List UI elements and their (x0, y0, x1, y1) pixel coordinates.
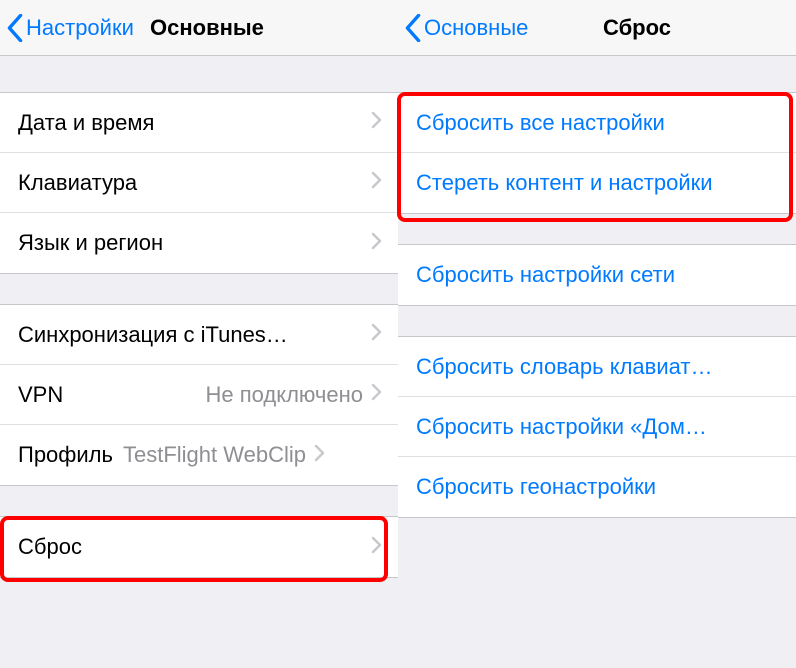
navbar-general: Настройки Основные (0, 0, 398, 56)
row-itunes-sync[interactable]: Синхронизация с iTunes… (0, 305, 398, 365)
chevron-right-icon (371, 383, 382, 406)
row-reset-home[interactable]: Сбросить настройки «Дом… (398, 397, 796, 457)
row-language-region[interactable]: Язык и регион (0, 213, 398, 273)
chevron-right-icon (314, 444, 325, 467)
chevron-right-icon (371, 111, 382, 134)
row-label: Синхронизация с iTunes… (18, 322, 288, 348)
row-reset-all-settings[interactable]: Сбросить все настройки (398, 93, 796, 153)
back-button-general[interactable]: Основные (398, 14, 528, 42)
row-label: Дата и время (18, 110, 154, 136)
pane-reset: Основные Сброс Сбросить все настройки Ст… (398, 0, 796, 668)
row-label: Язык и регион (18, 230, 163, 256)
back-label: Основные (424, 15, 528, 41)
back-label: Настройки (26, 15, 134, 41)
chevron-right-icon (371, 171, 382, 194)
chevron-right-icon (371, 323, 382, 346)
row-reset[interactable]: Сброс (0, 517, 398, 577)
row-label: Сбросить настройки сети (416, 262, 675, 288)
row-label: Сбросить настройки «Дом… (416, 414, 707, 440)
row-label: Профиль (18, 442, 113, 468)
section-reset-1: Сбросить все настройки Стереть контент и… (398, 92, 796, 214)
row-reset-location[interactable]: Сбросить геонастройки (398, 457, 796, 517)
row-erase-content[interactable]: Стереть контент и настройки (398, 153, 796, 213)
row-reset-keyboard-dict[interactable]: Сбросить словарь клавиат… (398, 337, 796, 397)
chevron-left-icon (404, 14, 422, 42)
row-label: VPN (18, 382, 63, 408)
row-label: Сбросить геонастройки (416, 474, 656, 500)
chevron-right-icon (371, 232, 382, 255)
section-reset-3: Сбросить словарь клавиат… Сбросить настр… (398, 336, 796, 518)
row-value: TestFlight WebClip (123, 442, 306, 468)
row-profile[interactable]: Профиль TestFlight WebClip (0, 425, 398, 485)
pane-general: Настройки Основные Дата и время Клавиату… (0, 0, 398, 668)
row-date-time[interactable]: Дата и время (0, 93, 398, 153)
row-label: Стереть контент и настройки (416, 170, 713, 196)
section-general-1: Дата и время Клавиатура Язык и регион (0, 92, 398, 274)
back-button-settings[interactable]: Настройки (0, 14, 134, 42)
row-reset-network[interactable]: Сбросить настройки сети (398, 245, 796, 305)
chevron-right-icon (371, 536, 382, 559)
row-vpn[interactable]: VPN Не подключено (0, 365, 398, 425)
row-label: Сбросить все настройки (416, 110, 665, 136)
navbar-reset: Основные Сброс (398, 0, 796, 56)
chevron-left-icon (6, 14, 24, 42)
row-label: Сброс (18, 534, 82, 560)
row-label: Клавиатура (18, 170, 137, 196)
section-reset-2: Сбросить настройки сети (398, 244, 796, 306)
row-keyboard[interactable]: Клавиатура (0, 153, 398, 213)
row-label: Сбросить словарь клавиат… (416, 354, 712, 380)
section-general-2: Синхронизация с iTunes… VPN Не подключен… (0, 304, 398, 486)
row-value: Не подключено (205, 382, 363, 408)
section-general-3: Сброс (0, 516, 398, 578)
